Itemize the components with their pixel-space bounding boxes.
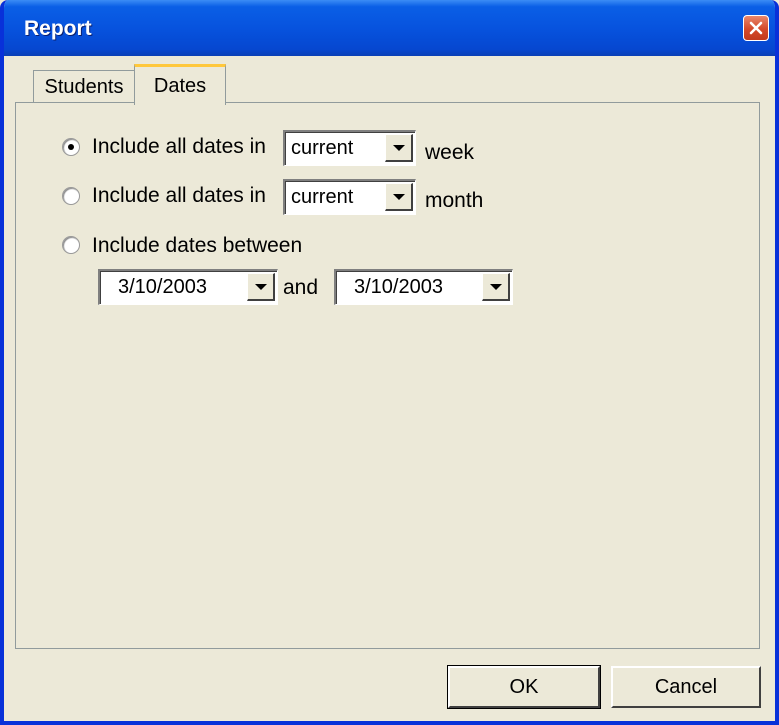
ok-button-label: OK (509, 675, 539, 698)
month-unit-label: month (425, 189, 484, 212)
tab-dates-label: Dates (153, 74, 207, 97)
close-button[interactable] (743, 15, 769, 41)
month-period-dropdown-button[interactable] (385, 183, 413, 211)
close-icon (749, 21, 763, 35)
ok-button[interactable]: OK (447, 665, 601, 709)
week-unit-label: week (425, 141, 475, 164)
tab-students[interactable]: Students (33, 70, 135, 103)
end-date-dropdown-button[interactable] (482, 273, 510, 301)
cancel-button-label: Cancel (654, 675, 718, 698)
radio-month[interactable] (62, 187, 80, 205)
tab-students-label: Students (44, 75, 124, 98)
range-option-label: Include dates between (92, 234, 303, 257)
cancel-button[interactable]: Cancel (611, 666, 761, 708)
chevron-down-icon (392, 144, 405, 151)
end-date-picker[interactable]: 3/10/2003 (334, 269, 513, 305)
start-date-value: 3/10/2003 (118, 276, 207, 298)
chevron-down-icon (254, 283, 267, 290)
chevron-down-icon (392, 193, 405, 200)
month-option-label: Include all dates in (92, 184, 266, 207)
chevron-down-icon (489, 283, 502, 290)
week-period-dropdown-button[interactable] (385, 134, 413, 162)
window-title: Report (24, 17, 92, 40)
radio-week[interactable] (62, 138, 80, 156)
title-bar[interactable]: Report (4, 0, 775, 56)
active-tab-joint (135, 101, 225, 104)
start-date-picker[interactable]: 3/10/2003 (98, 269, 278, 305)
radio-date-range[interactable] (62, 236, 80, 254)
week-period-select[interactable]: current (283, 130, 416, 166)
tab-dates[interactable]: Dates (134, 64, 226, 105)
dates-panel: Include all dates in current week Includ… (15, 102, 760, 649)
week-option-label: Include all dates in (92, 135, 266, 158)
range-joiner-label: and (283, 276, 319, 299)
end-date-value: 3/10/2003 (354, 276, 443, 298)
start-date-dropdown-button[interactable] (247, 273, 275, 301)
month-period-select[interactable]: current (283, 179, 416, 215)
week-period-value: current (291, 137, 354, 159)
month-period-value: current (291, 186, 354, 208)
